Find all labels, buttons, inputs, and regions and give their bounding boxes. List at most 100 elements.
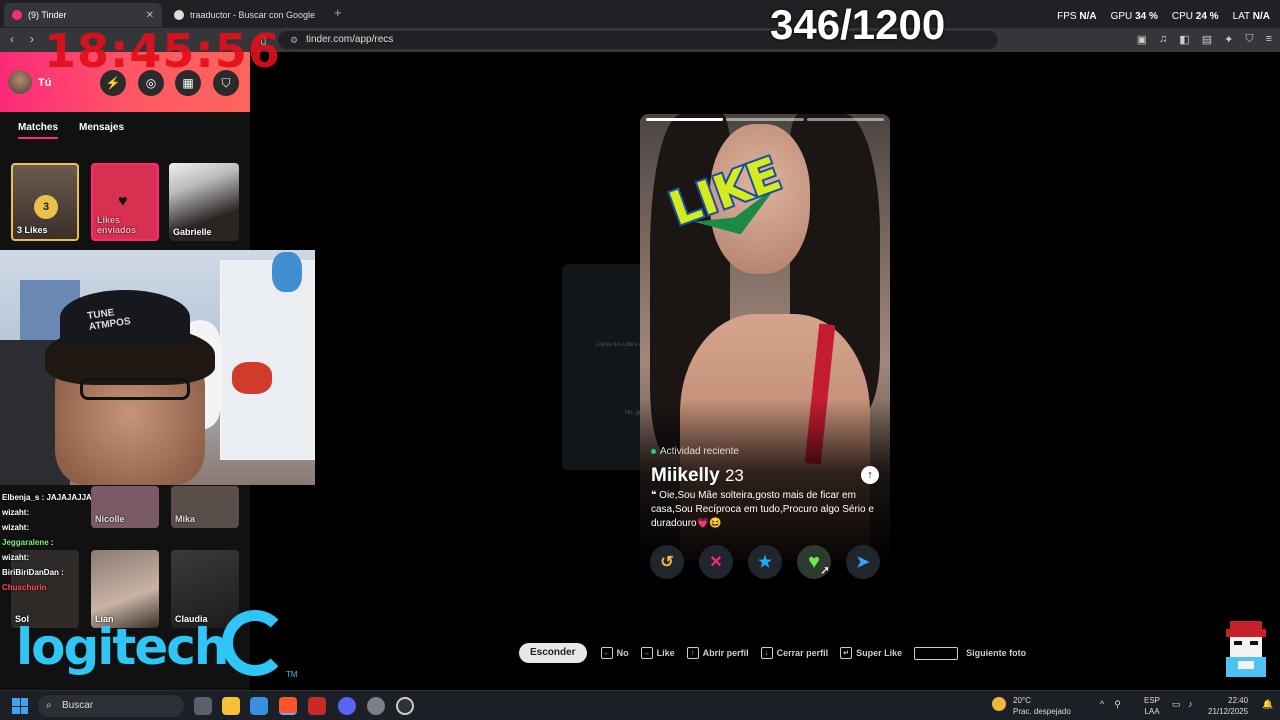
stat-cpu: CPU 24 %: [1171, 11, 1219, 22]
profile-name-age: Miikelly 23: [651, 465, 744, 487]
weather-text: 20°C Prac. despejado: [1013, 695, 1071, 717]
new-tab-icon[interactable]: +: [334, 5, 342, 20]
nope-button[interactable]: ✕: [699, 545, 733, 579]
url-text: tinder.com/app/recs: [306, 34, 394, 45]
match-name: Mika: [175, 514, 196, 524]
match-mika[interactable]: Mika: [171, 486, 239, 528]
shortcut-label: Cerrar perfil: [776, 648, 829, 658]
match-claudia[interactable]: Claudia: [171, 550, 239, 628]
site-info-icon[interactable]: ⚙: [290, 31, 298, 49]
wallet-icon[interactable]: ▤: [1202, 33, 1212, 46]
close-icon: ✕: [709, 554, 723, 571]
windows-start-icon[interactable]: [12, 698, 28, 714]
left-key-icon: ←: [600, 647, 613, 659]
profile-name[interactable]: Tú: [38, 77, 51, 89]
heart-icon: ♥: [118, 193, 128, 210]
search-icon: ⌕: [46, 700, 52, 711]
avatar[interactable]: [8, 70, 32, 94]
volume-icon[interactable]: ♪: [1188, 699, 1193, 709]
profile-age: 23: [724, 466, 744, 485]
taskbar-search[interactable]: ⌕ Buscar: [38, 695, 184, 717]
chevron-up-icon[interactable]: ^: [1100, 699, 1104, 710]
sidebar-toggle-icon[interactable]: ◧: [1179, 33, 1189, 46]
ai-icon[interactable]: ✦: [1224, 33, 1233, 46]
taskbar-clock[interactable]: 22:40 21/12/2025: [1208, 695, 1248, 717]
language-indicator[interactable]: ESP LAA: [1144, 695, 1160, 717]
taskbar-search-label: Buscar: [62, 700, 94, 711]
back-icon[interactable]: ‹: [10, 32, 14, 46]
brave-icon[interactable]: [279, 697, 297, 715]
send-icon: ➤: [856, 554, 870, 571]
chat-message: Jeggaralene :: [2, 538, 54, 547]
stat-gpu: GPU 34 %: [1110, 11, 1158, 22]
screenshot-icon[interactable]: ▣: [1137, 33, 1147, 46]
likes-sent-label: Likes enviados: [97, 215, 137, 235]
tab-label: traaductor - Buscar con Google: [190, 10, 316, 20]
forward-icon[interactable]: ›: [30, 32, 34, 46]
action-bar: ↺ ✕ ★ ♥ ➤ ➚: [650, 545, 882, 579]
obs-icon[interactable]: [396, 697, 414, 715]
discord-icon[interactable]: [338, 697, 356, 715]
likes-sent-tile[interactable]: ♥ Likes enviados: [91, 163, 159, 241]
logitech-logo: logitech: [16, 618, 229, 676]
swipe-counter: 346/1200: [770, 1, 946, 48]
close-tab-icon[interactable]: ✕: [146, 10, 154, 21]
shortcut-label: Abrir perfil: [702, 648, 749, 658]
settings-icon[interactable]: [367, 697, 385, 715]
up-key-icon: ↑: [686, 647, 699, 659]
network-icon[interactable]: ⚲: [1114, 699, 1121, 710]
file-explorer-icon[interactable]: [222, 697, 240, 715]
boost-button[interactable]: ➤: [846, 545, 880, 579]
sidebar-tabs: Matches Mensajes: [0, 112, 250, 146]
shortcut-no: ← No: [600, 647, 629, 659]
super-like-button[interactable]: ★: [748, 545, 782, 579]
media-icon[interactable]: ♫: [1159, 33, 1167, 46]
stream-clock: 18:45:56: [44, 24, 281, 78]
shortcut-super-like: ↵ Super Like: [840, 647, 902, 659]
photo-indicator-segment: [646, 118, 724, 121]
tinder-favicon-icon: [12, 10, 22, 20]
tab-messages[interactable]: Mensajes: [79, 122, 124, 133]
glasses-image: [80, 378, 190, 400]
google-favicon-icon: [174, 10, 184, 20]
trademark-label: TM: [286, 670, 298, 679]
quote-icon: ❝: [651, 490, 660, 501]
chat-message: Elbenja_s : JAJAJAJJA: [2, 493, 92, 502]
menu-icon[interactable]: ≡: [1266, 33, 1272, 46]
display-icon[interactable]: ▭: [1172, 699, 1181, 710]
screen: (9) Tinder ✕ traaductor - Buscar con Goo…: [0, 0, 1280, 720]
star-icon: ★: [757, 554, 773, 571]
rewind-icon: ↺: [660, 554, 674, 571]
weather-desc: Prac. despejado: [1013, 707, 1071, 716]
task-view-icon[interactable]: [194, 697, 212, 715]
stat-lat: LAT N/A: [1232, 11, 1270, 22]
shortcut-close-profile: ↓ Cerrar perfil: [760, 647, 829, 659]
taskbar-time: 22:40: [1228, 696, 1249, 705]
figure-image: [272, 252, 302, 292]
browser-toolbar: ▣ ♫ ◧ ▤ ✦ ⛉ ≡: [1137, 33, 1272, 46]
match-gabrielle[interactable]: Gabrielle: [169, 163, 239, 241]
heart-icon: ♥: [808, 550, 820, 573]
online-dot-icon: [651, 449, 656, 454]
keyboard-layout: LAA: [1144, 707, 1160, 716]
system-tray: ^ ⚲: [1100, 699, 1121, 710]
voicemeeter-icon[interactable]: [308, 697, 326, 715]
likes-count-badge: 3: [34, 195, 58, 219]
profile-bio: ❝ Oie,Sou Mãe solteira,gosto mais de fic…: [651, 489, 879, 531]
shortcut-label: Super Like: [856, 648, 903, 658]
keyboard-shortcuts: Esconder ← No → Like ↑ Abrir perfil ↓ Cerrar…: [519, 643, 1038, 663]
webcam-overlay: TUNE ATMPOS: [0, 250, 315, 485]
rewind-button[interactable]: ↺: [650, 545, 684, 579]
notification-bell-icon[interactable]: 🔔: [1262, 699, 1273, 710]
likes-tile[interactable]: 3 3 Likes: [11, 163, 79, 241]
tab-matches[interactable]: Matches: [18, 122, 59, 139]
shortcut-label: Like: [656, 648, 675, 658]
shortcut-open-profile: ↑ Abrir perfil: [686, 647, 749, 659]
vpn-icon[interactable]: ⛉: [1245, 33, 1253, 46]
store-icon[interactable]: [250, 697, 268, 715]
chat-message: wizaht:: [2, 553, 30, 562]
down-key-icon: ↓: [760, 647, 773, 659]
open-profile-button[interactable]: ↑: [861, 466, 879, 484]
figure-image: [232, 362, 272, 394]
hide-button[interactable]: Esconder: [519, 643, 587, 663]
